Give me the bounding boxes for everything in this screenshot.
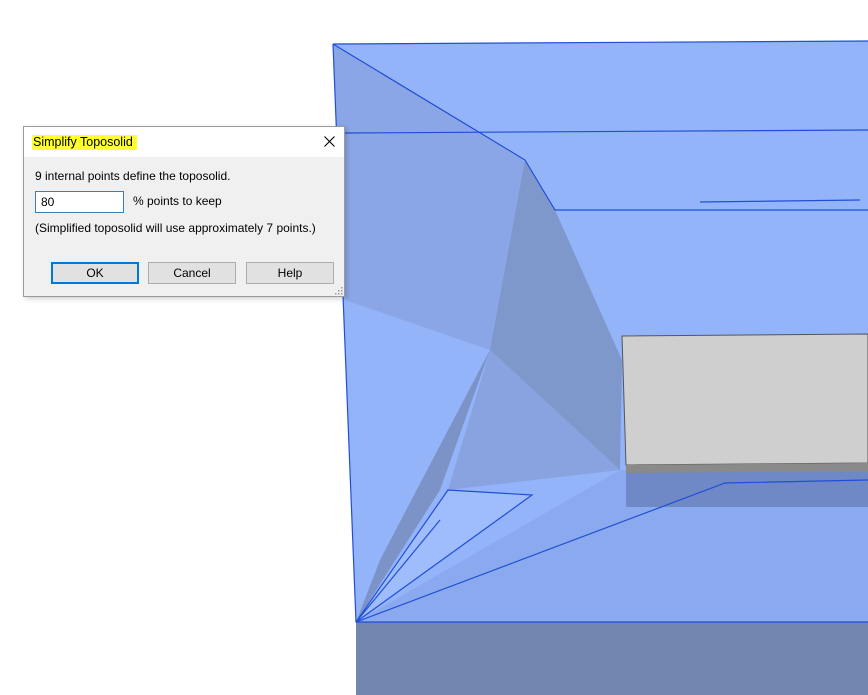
building-pad [621, 333, 868, 466]
close-icon [323, 135, 335, 147]
close-button[interactable] [316, 128, 342, 154]
building-shadow [626, 470, 868, 507]
help-button[interactable]: Help [246, 262, 334, 284]
dialog-titlebar[interactable]: Simplify Toposolid [24, 127, 344, 157]
3d-viewport[interactable] [0, 0, 868, 695]
percent-points-input[interactable] [35, 191, 124, 213]
resize-grip-icon[interactable] [333, 285, 343, 295]
ok-button[interactable]: OK [51, 262, 139, 284]
toposolid-side-face [356, 622, 868, 695]
percent-points-label: % points to keep [133, 194, 222, 208]
simplify-toposolid-dialog: Simplify Toposolid 9 internal points def… [23, 126, 345, 297]
dialog-title: Simplify Toposolid [32, 135, 137, 150]
approximate-points-text: (Simplified toposolid will use approxima… [35, 221, 316, 235]
cancel-button[interactable]: Cancel [148, 262, 236, 284]
internal-points-text: 9 internal points define the toposolid. [35, 169, 231, 183]
